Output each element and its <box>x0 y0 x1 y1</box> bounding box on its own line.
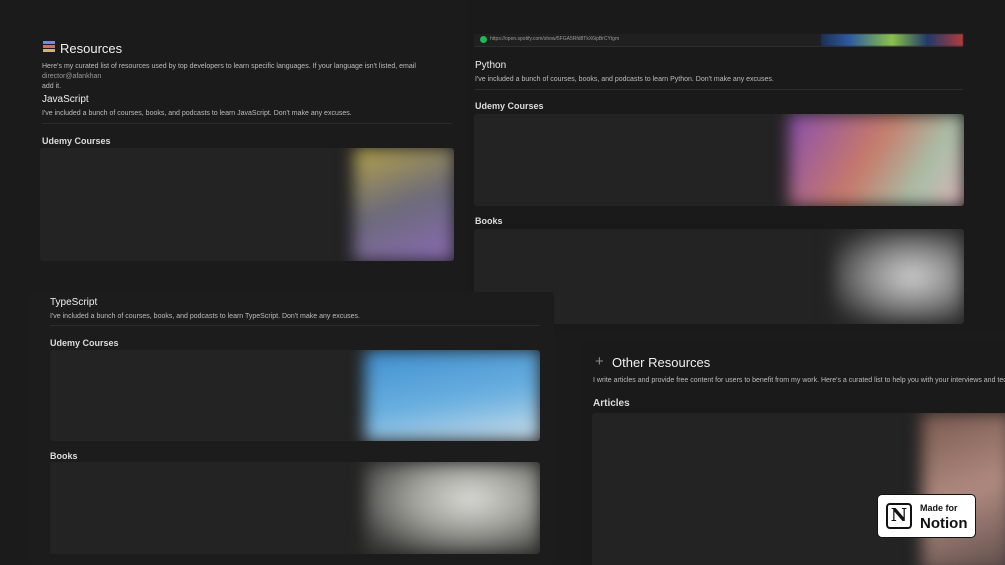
course-thumbnail <box>365 350 540 441</box>
typescript-books-label: Books <box>50 451 78 461</box>
typescript-books-card[interactable] <box>50 462 540 554</box>
plus-icon: + <box>595 353 604 370</box>
other-resources-description: I write articles and provide free conten… <box>593 377 1005 384</box>
resources-panel: Resources Here's my curated list of reso… <box>0 0 462 282</box>
typescript-description: I've included a bunch of courses, books,… <box>50 313 360 320</box>
python-title: Python <box>475 60 507 71</box>
books-icon <box>43 41 55 54</box>
podcast-url: https://open.spotify.com/show/5FGA5Rfd8T… <box>490 36 620 42</box>
resources-description: Here's my curated list of resources used… <box>42 62 454 92</box>
python-udemy-label: Udemy Courses <box>475 101 544 111</box>
typescript-panel: TypeScript I've included a bunch of cour… <box>30 292 554 565</box>
python-panel: https://open.spotify.com/show/5FGA5Rfd8T… <box>466 0 1005 330</box>
typescript-title: TypeScript <box>50 297 98 308</box>
javascript-divider <box>42 123 452 124</box>
notion-text: Notion <box>920 515 968 532</box>
article-thumbnail <box>922 413 1005 565</box>
javascript-description: I've included a bunch of courses, books,… <box>42 110 352 117</box>
spotify-icon <box>480 36 487 43</box>
course-thumbnail <box>354 148 454 261</box>
javascript-udemy-label: Udemy Courses <box>42 136 111 146</box>
resources-description-text: Here's my curated list of resources used… <box>42 63 416 70</box>
javascript-title: JavaScript <box>42 94 89 105</box>
resources-description-end: add it. <box>42 83 62 90</box>
notion-logo-icon: N <box>886 503 912 529</box>
python-books-label: Books <box>475 216 503 226</box>
typescript-udemy-card[interactable] <box>50 350 540 441</box>
resources-title: Resources <box>60 41 123 56</box>
articles-label: Articles <box>593 398 630 409</box>
made-for-text: Made for <box>920 503 958 513</box>
book-thumbnail <box>834 229 964 324</box>
python-udemy-card[interactable] <box>474 114 964 206</box>
other-resources-title: Other Resources <box>612 355 711 370</box>
typescript-udemy-label: Udemy Courses <box>50 338 119 348</box>
python-description: I've included a bunch of courses, books,… <box>475 76 774 83</box>
email-link[interactable]: director@afankhan <box>42 73 101 80</box>
course-thumbnail <box>789 114 964 206</box>
made-for-notion-badge: N Made for Notion <box>877 494 976 538</box>
book-thumbnail <box>365 462 540 554</box>
podcast-cover-thumb <box>821 34 963 46</box>
articles-card[interactable] <box>592 413 1005 565</box>
typescript-divider <box>50 325 540 326</box>
python-divider <box>475 89 963 90</box>
javascript-udemy-card[interactable] <box>40 148 454 261</box>
